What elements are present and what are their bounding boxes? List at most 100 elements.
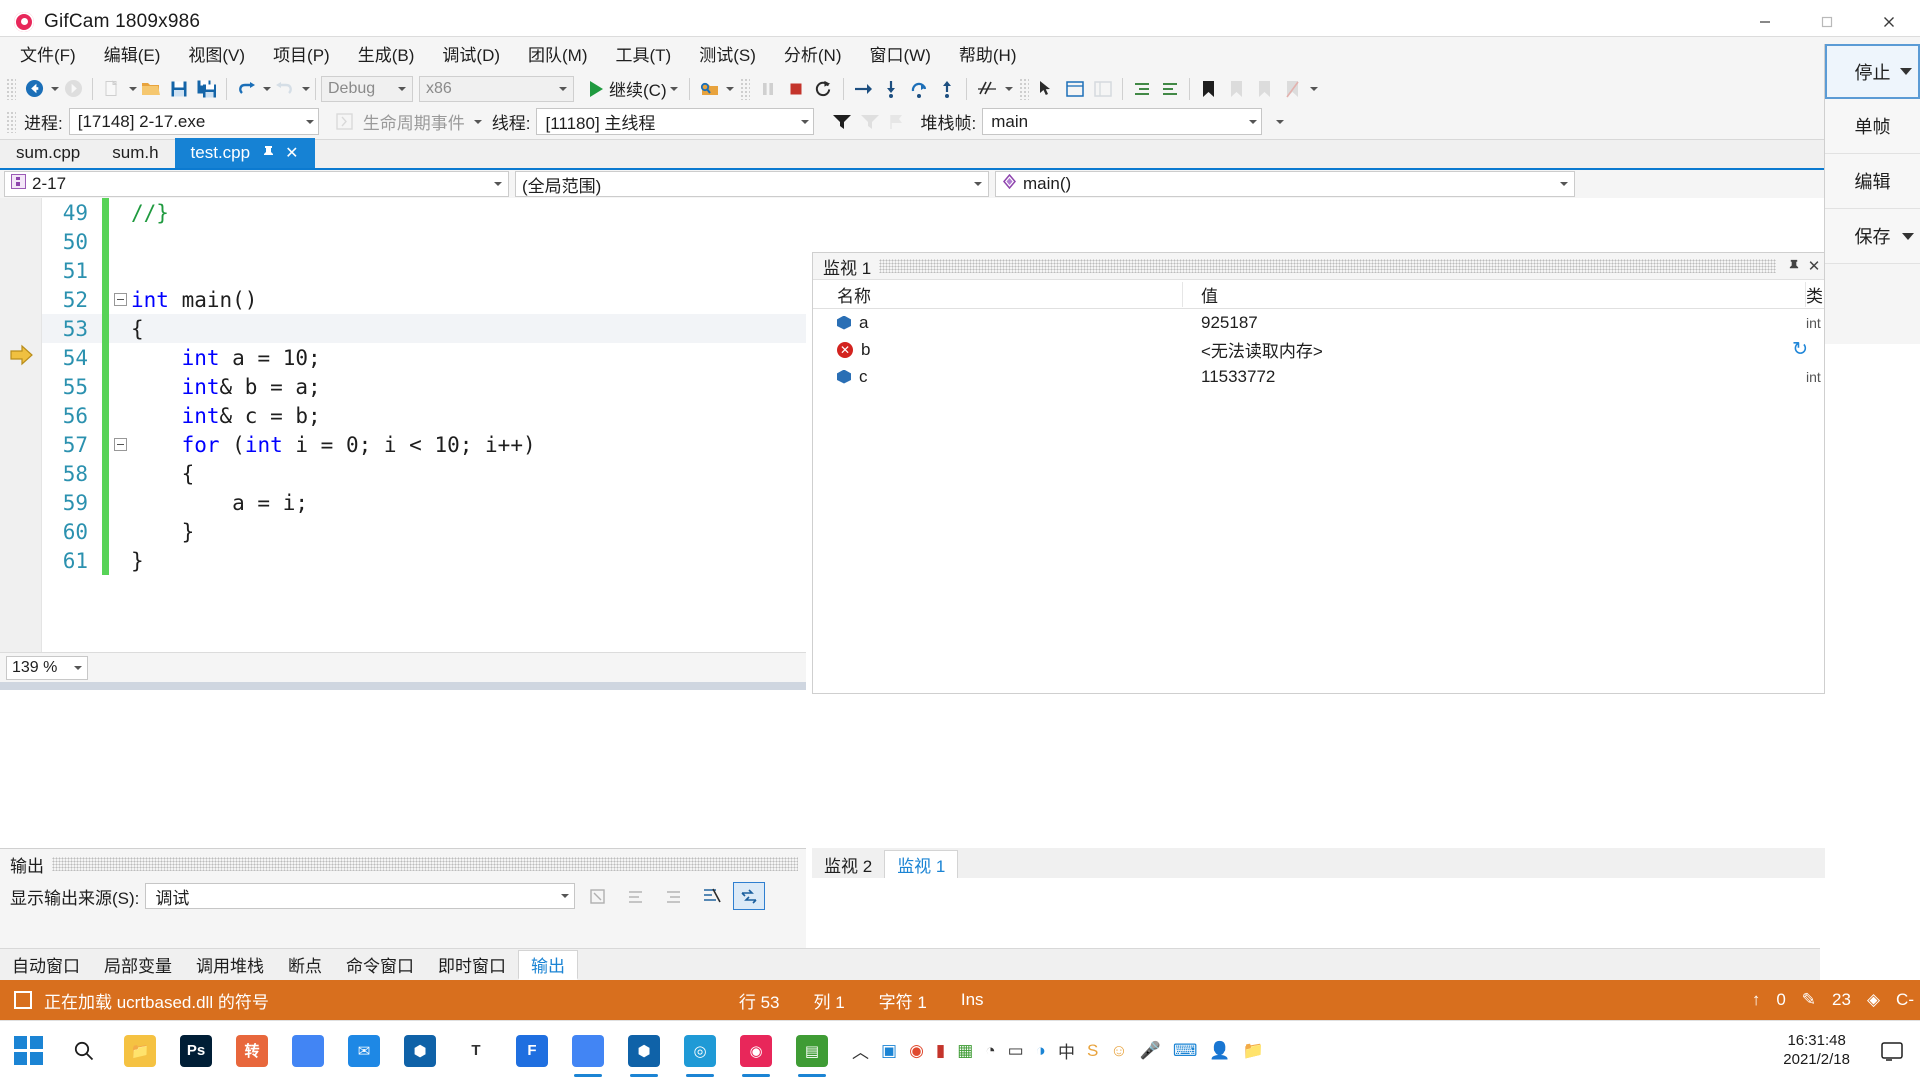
procbar-overflow-caret[interactable] [1276, 120, 1284, 124]
tray-mic-icon[interactable]: 🎤 [1140, 1041, 1161, 1061]
menu-team[interactable]: 团队(M) [514, 37, 601, 70]
editor-indicator-margin[interactable] [0, 198, 42, 685]
code-line[interactable]: 53{ [42, 314, 806, 343]
menu-analyze[interactable]: 分析(N) [770, 37, 856, 70]
code-line[interactable]: 60 } [42, 517, 806, 546]
taskbar-vs-code-2-icon[interactable]: ⬢ [616, 1023, 672, 1079]
tray-folder-icon[interactable]: 📁 [1243, 1041, 1264, 1061]
solution-platform-combo[interactable]: x86 [419, 76, 574, 102]
fold-toggle[interactable] [109, 293, 131, 306]
taskbar-foxmail-icon[interactable]: ✉ [336, 1023, 392, 1079]
tray-nvidia-icon[interactable]: ▦ [957, 1041, 973, 1061]
hot-reload-icon[interactable] [972, 74, 1002, 104]
code-lines[interactable]: 49//}505152int main()53{54 int a = 10;55… [42, 198, 806, 685]
code-line[interactable]: 49//} [42, 198, 806, 227]
watch-variable-value[interactable]: 925187 [1183, 313, 1806, 333]
tray-overflow-caret-icon[interactable]: ︿ [852, 1038, 869, 1063]
tray-sogou-icon[interactable]: S [1087, 1041, 1098, 1061]
taskbar-vs-code-icon[interactable]: ⬢ [392, 1023, 448, 1079]
dock-tab-locals[interactable]: 局部变量 [92, 950, 184, 980]
start-button[interactable] [0, 1023, 56, 1079]
undo-icon[interactable] [232, 74, 260, 104]
tray-ime-icon[interactable]: 中 [1058, 1038, 1075, 1063]
close-icon[interactable]: ✕ [285, 143, 298, 163]
taskbar-clock[interactable]: 16:31:48 2021/2/18 [1783, 1032, 1864, 1070]
status-branch-icon[interactable]: ◈ [1867, 990, 1880, 1010]
project-selector-combo[interactable]: 2-17 [4, 171, 509, 197]
horizontal-splitter[interactable] [0, 682, 806, 690]
code-line[interactable]: 61} [42, 546, 806, 575]
open-file-icon[interactable] [137, 74, 165, 104]
clear-all-icon[interactable] [581, 882, 613, 910]
output-drag-dots[interactable] [52, 857, 798, 871]
taskbar-file-explorer-icon[interactable]: 📁 [112, 1023, 168, 1079]
taskbar-search-button[interactable] [56, 1023, 112, 1079]
gifcam-edit-button[interactable]: 编辑 [1825, 154, 1920, 209]
column-header-value[interactable]: 值 [1183, 282, 1806, 307]
thread-combo[interactable]: [11180] 主线程 [536, 108, 814, 135]
tray-onedrive-icon[interactable]: ▣ [881, 1041, 897, 1061]
toggle-autoscroll-icon[interactable] [733, 882, 765, 910]
dock-tab-call-stack[interactable]: 调用堆栈 [184, 950, 276, 980]
bookmark-icon[interactable] [1195, 74, 1223, 104]
clear-output-icon[interactable] [695, 882, 727, 910]
dock-tab-autos[interactable]: 自动窗口 [0, 950, 92, 980]
redo-dropdown-caret[interactable] [302, 87, 310, 91]
back-dropdown-caret[interactable] [51, 87, 59, 91]
taskbar-gifcam-icon[interactable]: ◉ [728, 1023, 784, 1079]
toggle-messages-icon[interactable] [657, 882, 689, 910]
code-editor[interactable]: 49//}505152int main()53{54 int a = 10;55… [0, 198, 806, 685]
code-line[interactable]: 50 [42, 227, 806, 256]
gifcam-save-caret-icon[interactable] [1902, 233, 1914, 240]
pin-icon[interactable] [262, 145, 275, 161]
tab-sum-h[interactable]: sum.h [96, 138, 174, 168]
code-line[interactable]: 55 int& b = a; [42, 372, 806, 401]
watch-variable-value[interactable]: <无法读取内存> [1183, 337, 1806, 362]
attach-dropdown-caret[interactable] [726, 87, 734, 91]
taskbar-chrome-2-icon[interactable] [560, 1023, 616, 1079]
watch-pin-icon[interactable] [1784, 258, 1804, 275]
pointer-select-icon[interactable] [1033, 74, 1061, 104]
tray-network-icon[interactable]: ◔ [985, 1041, 995, 1061]
step-into-icon[interactable] [877, 74, 905, 104]
code-line[interactable]: 56 int& c = b; [42, 401, 806, 430]
watch-drag-dots[interactable] [879, 259, 1776, 273]
column-header-name[interactable]: 名称 [813, 282, 1183, 307]
action-center-button[interactable] [1864, 1023, 1920, 1079]
filter-icon[interactable] [828, 107, 856, 137]
stop-debugging-icon[interactable] [782, 74, 810, 104]
save-all-icon[interactable] [193, 74, 221, 104]
code-line[interactable]: 51 [42, 256, 806, 285]
undo-dropdown-caret[interactable] [263, 87, 271, 91]
taskbar-photoshop-icon[interactable]: Ps [168, 1023, 224, 1079]
menu-help[interactable]: 帮助(H) [945, 37, 1031, 70]
step-over-icon[interactable] [905, 74, 933, 104]
watch-name-cell[interactable]: a [813, 313, 1183, 333]
status-pencil-icon[interactable]: ✎ [1802, 990, 1816, 1010]
dock-tab-command-window[interactable]: 命令窗口 [334, 950, 426, 980]
break-all-icon[interactable] [754, 74, 782, 104]
menu-window[interactable]: 窗口(W) [856, 37, 945, 70]
watch-row[interactable]: a925187int [813, 309, 1824, 336]
tab-watch-2[interactable]: 监视 2 [812, 850, 884, 878]
watch-row[interactable]: c11533772int [813, 363, 1824, 390]
navigate-back-icon[interactable] [20, 74, 48, 104]
tray-battery-icon[interactable]: ▭ [1008, 1041, 1024, 1061]
code-line[interactable]: 59 a = i; [42, 488, 806, 517]
menu-file[interactable]: 文件(F) [6, 37, 90, 70]
hot-reload-caret[interactable] [1005, 87, 1013, 91]
step-out-icon[interactable] [933, 74, 961, 104]
new-file-icon[interactable] [98, 74, 126, 104]
menu-tools[interactable]: 工具(T) [602, 37, 686, 70]
gifcam-stop-caret-icon[interactable] [1900, 68, 1912, 75]
zoom-level-combo[interactable]: 139 % [6, 656, 88, 680]
fold-toggle[interactable] [109, 438, 131, 451]
status-up-icon[interactable]: ↑ [1752, 990, 1761, 1010]
member-selector-combo[interactable]: main() [995, 171, 1575, 197]
gifcam-save-button[interactable]: 保存 [1825, 209, 1920, 264]
tab-sum-cpp[interactable]: sum.cpp [0, 138, 96, 168]
menu-view[interactable]: 视图(V) [174, 37, 259, 70]
watch-close-icon[interactable]: ✕ [1804, 257, 1824, 275]
taskbar-chrome-icon[interactable] [280, 1023, 336, 1079]
save-icon[interactable] [165, 74, 193, 104]
